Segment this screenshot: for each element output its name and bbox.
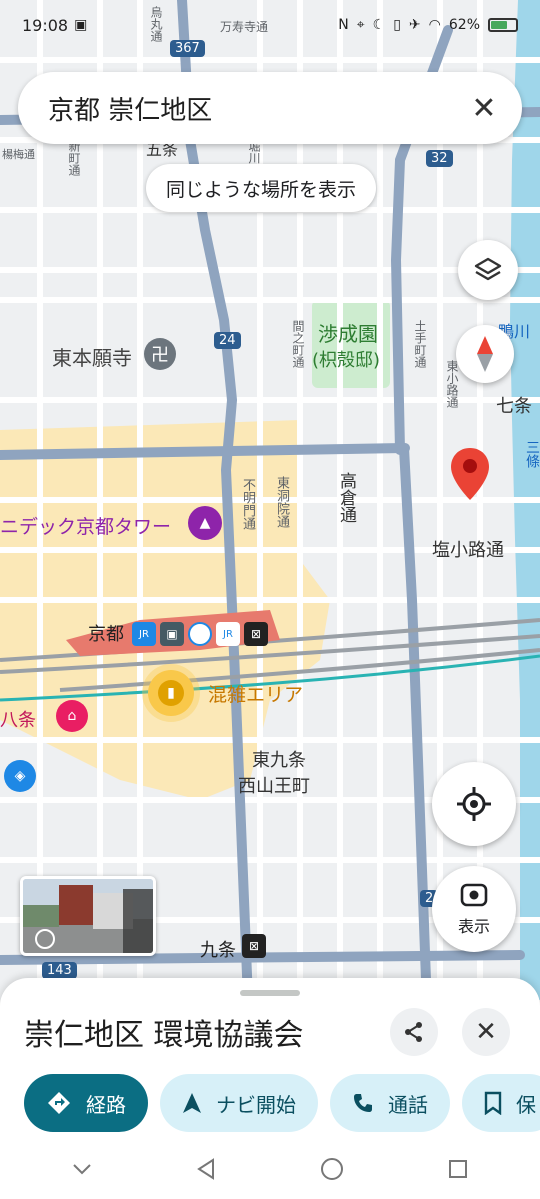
street-view-thumbnail[interactable]: [20, 876, 156, 956]
start-navigation-label: ナビ開始: [216, 1092, 296, 1117]
hotel-icon[interactable]: ⌂: [56, 700, 88, 732]
battery-percent: 62%: [448, 17, 480, 33]
place-label-kyoto-tower: ニデック京都タワー: [0, 516, 172, 538]
street-label-ainomachi: 間之町通: [291, 320, 305, 368]
place-label-hachijo: 八条: [0, 710, 36, 731]
jr-west-icon: JR: [216, 622, 240, 646]
lens-display-button[interactable]: 表示: [432, 866, 516, 952]
route-shield-32: 32: [426, 150, 453, 167]
street-label-yanagibaba: 楊梅通: [2, 148, 35, 161]
location-pin-icon[interactable]: [448, 446, 492, 502]
action-chips: 経路 ナビ開始 通話 保: [24, 1074, 540, 1132]
place-title: 崇仁地区 環境協議会: [24, 1018, 304, 1053]
place-label-kikokutei: (枳殻邸): [312, 350, 381, 371]
place-label-higashi-honganji: 東本願寺: [52, 346, 132, 370]
drag-handle[interactable]: [240, 990, 300, 996]
system-navigation-bar: [0, 1138, 540, 1199]
show-similar-places-button[interactable]: 同じような場所を表示: [146, 164, 377, 212]
back-icon[interactable]: [195, 1157, 217, 1181]
station-lines-icons: JR ▣ JR ⊠: [132, 622, 268, 646]
subway-icon: [188, 622, 212, 646]
home-icon[interactable]: [319, 1156, 345, 1182]
my-location-button[interactable]: [432, 762, 516, 846]
close-sheet-button[interactable]: ✕: [462, 1008, 510, 1056]
street-label-fumei: 不明門通: [240, 478, 255, 530]
street-label-higashi-toin: 東洞院通: [274, 476, 289, 528]
save-button[interactable]: 保: [462, 1074, 540, 1132]
directions-icon: [48, 1092, 70, 1114]
layers-button[interactable]: [458, 240, 518, 300]
east-west-road: [0, 443, 410, 460]
share-icon: [405, 1022, 422, 1042]
location-icon: ⌖: [356, 17, 365, 33]
place-label-shichijo: 七条: [496, 396, 532, 417]
kujo-station-icon: ⊠: [242, 934, 266, 958]
call-button[interactable]: 通話: [330, 1074, 450, 1132]
jr-line-icon: JR: [132, 622, 156, 646]
directions-label: 経路: [86, 1092, 126, 1117]
display-button-label: 表示: [457, 917, 490, 936]
street-label-shiokoji: 塩小路通: [432, 540, 504, 561]
battery-icon: [488, 18, 518, 32]
route-shield-24: 24: [214, 332, 241, 349]
crowded-area-label: 混雑エリア: [208, 684, 304, 706]
save-label: 保: [516, 1092, 536, 1117]
place-label-shoseien: 渉成園: [318, 322, 378, 346]
street-label-shinmachi: 新町通: [67, 140, 81, 176]
status-bar: 19:08 ▣ N ⌖ ☾ ▯ ✈ ◠ 62%: [0, 0, 540, 50]
map-canvas[interactable]: 367 24 32 143 2 万寿寺通 五条 楊梅通 渉成園 (枳殻邸) 東本…: [0, 0, 540, 1000]
camera-lens-icon: [460, 883, 488, 907]
navigation-arrow-icon: [183, 1093, 201, 1113]
place-label-nishisanno: 西山王町: [238, 776, 310, 797]
place-label-kujo: 九条: [200, 940, 236, 961]
maps-screen: { "status_bar": { "time": "19:08", "batt…: [0, 0, 540, 1199]
nfc-icon: N: [338, 17, 349, 33]
street-label-takakura: 高倉通: [336, 472, 356, 523]
search-bar[interactable]: 京都 崇仁地区 ✕: [18, 72, 522, 144]
tower-icon[interactable]: ▲: [188, 506, 222, 540]
call-label: 通話: [388, 1092, 428, 1117]
close-icon: ✕: [475, 1017, 497, 1047]
compass-icon: [477, 336, 493, 372]
phone-icon: [354, 1094, 372, 1112]
share-button[interactable]: [390, 1008, 438, 1056]
search-query[interactable]: 京都 崇仁地区: [48, 90, 466, 127]
bus-icon: ⊠: [244, 622, 268, 646]
close-icon[interactable]: ✕: [466, 90, 502, 126]
street-view-image: [23, 879, 153, 953]
temple-icon[interactable]: 卍: [144, 338, 176, 370]
layers-icon: [474, 257, 502, 281]
my-location-icon: [457, 787, 491, 821]
place-label-higashikujo: 東九条: [252, 750, 306, 771]
directions-button[interactable]: 経路: [24, 1074, 148, 1132]
shopping-icon[interactable]: ◈: [4, 760, 36, 792]
notification-icon: ▣: [74, 17, 88, 33]
station-label-kyoto: 京都: [88, 624, 124, 645]
bookmark-icon: [484, 1091, 502, 1115]
street-label-dote: 土手町通: [413, 320, 427, 368]
status-time: 19:08: [22, 15, 69, 35]
vibrate-icon: ▯: [393, 17, 401, 33]
wifi-icon: ◠: [428, 17, 441, 33]
crowded-area-icon[interactable]: ▮: [148, 670, 194, 716]
recents-icon[interactable]: [447, 1158, 469, 1180]
route-shield-143: 143: [42, 962, 77, 979]
place-bottom-sheet[interactable]: 崇仁地区 環境協議会 ✕ 経路 ナビ開始 通話 保: [0, 978, 540, 1138]
airplane-icon: ✈: [408, 17, 421, 33]
train-icon: ▣: [160, 622, 184, 646]
chevron-down-icon[interactable]: [71, 1162, 93, 1176]
dnd-moon-icon: ☾: [372, 17, 386, 33]
start-navigation-button[interactable]: ナビ開始: [160, 1074, 318, 1132]
street-label-sanjo: 三條: [524, 440, 540, 468]
compass-button[interactable]: [456, 325, 514, 383]
